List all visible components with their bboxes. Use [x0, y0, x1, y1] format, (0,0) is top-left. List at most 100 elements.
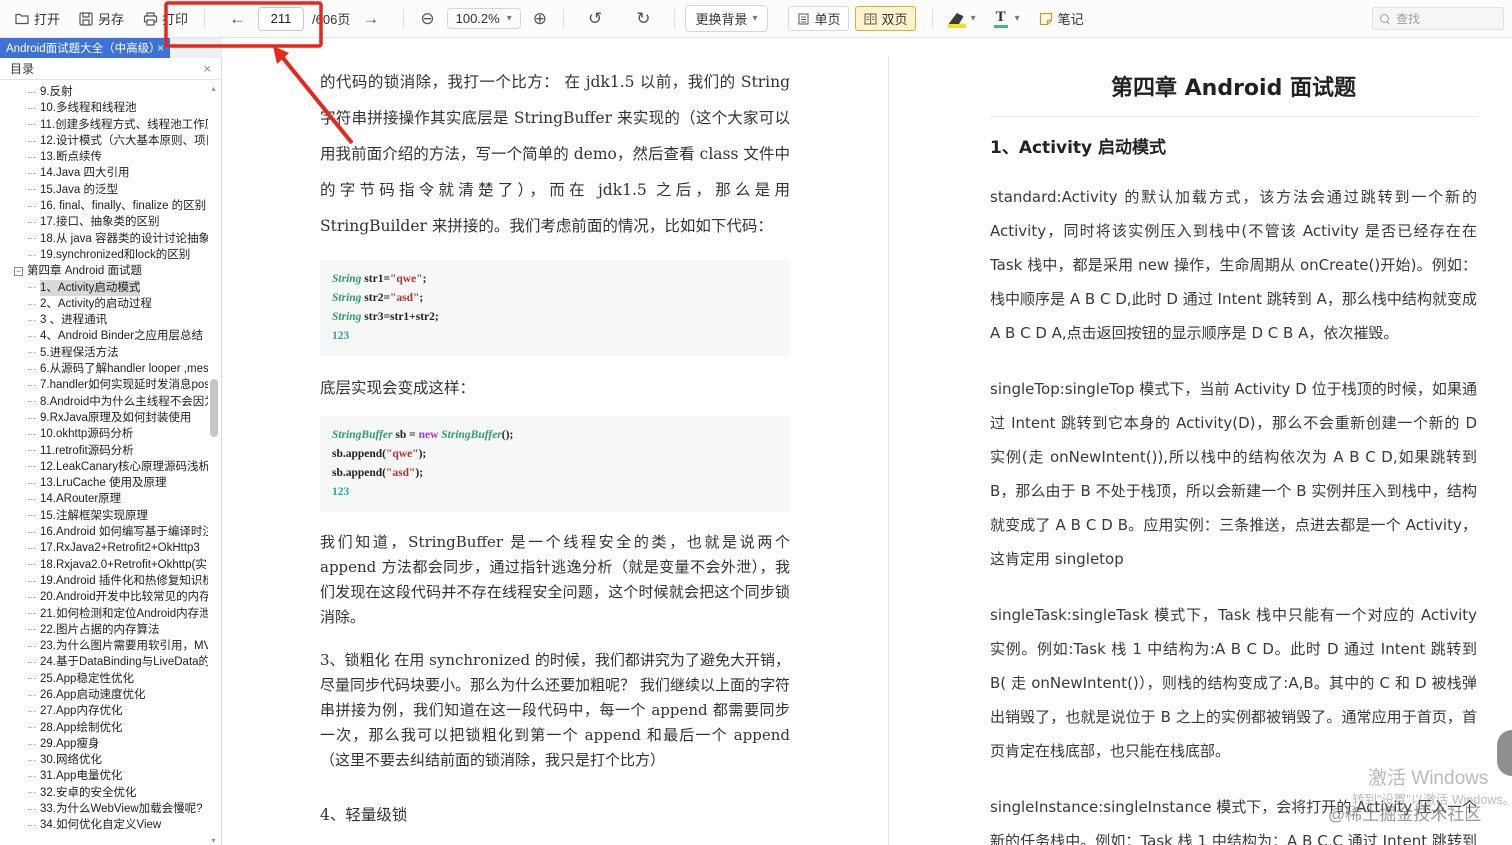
toc-item-label: 34.如何优化自定义View	[40, 819, 162, 832]
toc-item-label: 6.从源码了解handler looper ,mes	[40, 363, 208, 376]
toc-item[interactable]: 12.LeakCanary核心原理源码浅析	[0, 459, 208, 475]
toc-item[interactable]: 11.retrofit源码分析	[0, 443, 208, 459]
previous-page-button[interactable]: ←	[225, 9, 250, 29]
toc-item-label: 28.App绘制优化	[40, 721, 123, 734]
toc-item[interactable]: 7.handler如何实现延时发消息pos	[0, 377, 208, 393]
zoom-out-button[interactable]: ⊖	[414, 7, 440, 31]
toolbar-divider	[931, 8, 933, 29]
scroll-up-icon[interactable]: ▴	[208, 84, 219, 93]
toc-item[interactable]: 15.注解框架实现原理	[0, 508, 208, 524]
change-background-dropdown[interactable]: 更换背景 ▾	[685, 5, 768, 32]
save-as-button[interactable]: 另存	[72, 5, 130, 32]
scroll-down-icon[interactable]: ▾	[208, 836, 219, 845]
toc-item[interactable]: 24.基于DataBinding与LiveData的	[0, 654, 208, 670]
open-button[interactable]: 打开	[8, 5, 66, 32]
toc-item[interactable]: 28.App绘制优化	[0, 720, 208, 736]
page-number-input[interactable]	[258, 6, 305, 31]
document-tab[interactable]: Android面试题大全（中高级） ×	[0, 38, 170, 58]
toc-item[interactable]: 32.安卓的安全优化	[0, 785, 208, 801]
tree-branch-icon	[28, 759, 36, 761]
toc-item[interactable]: 31.App电量优化	[0, 768, 208, 784]
edge-scroll-handle[interactable]	[1497, 730, 1512, 776]
toc-close-icon[interactable]: ×	[203, 61, 211, 76]
toc-item[interactable]: 17.接口、抽象类的区别	[0, 214, 208, 230]
toc-item[interactable]: 3 、进程通讯	[0, 312, 208, 328]
toc-item[interactable]: 19.synchronized和lock的区别	[0, 247, 208, 263]
toc-item[interactable]: 10.多线程和线程池	[0, 100, 208, 116]
notes-button[interactable]: 笔记	[1032, 5, 1090, 32]
toc-item[interactable]: 20.Android开发中比较常见的内存	[0, 589, 208, 605]
toc-item[interactable]: 15.Java 的泛型	[0, 182, 208, 198]
redo-button[interactable]: ↻	[630, 7, 656, 31]
toc-item[interactable]: 27.App内存优化	[0, 703, 208, 719]
toc-item[interactable]: 5.进程保活方法	[0, 345, 208, 361]
print-button[interactable]: 打印	[136, 5, 194, 32]
tree-branch-icon	[28, 238, 36, 240]
toc-item[interactable]: 2、Activity的启动过程	[0, 296, 208, 312]
document-viewport[interactable]: 的代码的锁消除，我打一个比方： 在 jdk1.5 以前，我们的 String 字…	[222, 38, 1512, 845]
tree-branch-icon	[28, 91, 36, 93]
search-box[interactable]	[1372, 7, 1504, 30]
toc-item[interactable]: 11.创建多线程方式、线程池工作原理	[0, 117, 208, 133]
tree-branch-icon	[28, 417, 36, 419]
toc-item[interactable]: 16. final、finally、finalize 的区别	[0, 198, 208, 214]
toc-item[interactable]: 19.Android 插件化和热修复知识梳	[0, 573, 208, 589]
toc-header: 目录 ×	[0, 58, 221, 80]
toc-item[interactable]: 8.Android中为什么主线程不会因为	[0, 394, 208, 410]
toc-item[interactable]: 13.断点续传	[0, 149, 208, 165]
save-icon	[78, 11, 94, 27]
toc-item[interactable]: 17.RxJava2+Retrofit2+OkHttp3	[0, 540, 208, 556]
text-markup-tool-button[interactable]: T ▾	[988, 6, 1026, 32]
paragraph: singleTask:singleTask 模式下，Task 栈中只能有一个对应…	[990, 606, 1477, 760]
next-page-button[interactable]: →	[358, 9, 383, 29]
toc-item[interactable]: 21.如何检测和定位Android内存泄	[0, 606, 208, 622]
tree-branch-icon	[28, 384, 36, 386]
toc-item[interactable]: 9.RxJava原理及如何封装使用	[0, 410, 208, 426]
toc-item-label: 31.App电量优化	[40, 770, 123, 783]
toc-item[interactable]: 30.网络优化	[0, 752, 208, 768]
toc-item[interactable]: 18.从 java 容器类的设计讨论抽象类	[0, 231, 208, 247]
tree-branch-icon	[28, 254, 36, 256]
toc-item[interactable]: 1、Activity启动模式	[0, 279, 208, 296]
toc-item[interactable]: 13.LruCache 使用及原理	[0, 475, 208, 491]
toc-item-label: 17.接口、抽象类的区别	[40, 216, 160, 229]
toc-item[interactable]: 33.为什么WebView加载会慢呢?	[0, 801, 208, 817]
zoom-level-dropdown[interactable]: 100.2% ▾	[446, 8, 521, 29]
page-total-label: /606页	[312, 12, 351, 27]
highlighter-tool-button[interactable]: ▾	[943, 9, 982, 28]
single-page-label: 单页	[814, 12, 841, 27]
tab-close-icon[interactable]: ×	[157, 41, 164, 55]
toc-item[interactable]: − 第四章 Android 面试题	[0, 263, 208, 279]
chevron-down-icon: ▾	[752, 13, 758, 24]
toc-item[interactable]: 14.Java 四大引用	[0, 165, 208, 181]
toc-item[interactable]: 10.okhttp源码分析	[0, 426, 208, 442]
toc-item[interactable]: 16.Android 如何编写基于编译时注	[0, 524, 208, 540]
double-page-view-button[interactable]: 双页	[854, 6, 916, 31]
toc-item[interactable]: 6.从源码了解handler looper ,mes	[0, 361, 208, 377]
code-line: 123	[332, 330, 350, 342]
toc-item[interactable]: 18.Rxjava2.0+Retrofit+Okhttp(实	[0, 557, 208, 573]
toc-item[interactable]: 29.App瘦身	[0, 736, 208, 752]
toc-item[interactable]: 23.为什么图片需要用软引用，MV	[0, 638, 208, 654]
toc-item[interactable]: 12.设计模式（六大基本原则、项目中常用	[0, 133, 208, 149]
single-page-view-button[interactable]: 单页	[787, 6, 849, 31]
zoom-in-button[interactable]: ⊕	[527, 7, 553, 31]
scrollbar-thumb[interactable]	[210, 379, 218, 437]
tree-branch-icon	[28, 499, 36, 501]
search-input[interactable]	[1396, 11, 1496, 26]
toc-item[interactable]: 4、Android Binder之应用层总结	[0, 328, 208, 344]
toc-item[interactable]: 9.反射	[0, 84, 208, 100]
left-page: 的代码的锁消除，我打一个比方： 在 jdk1.5 以前，我们的 String 字…	[320, 38, 790, 845]
page-gap-divider	[888, 56, 889, 845]
toc-item[interactable]: 34.如何优化自定义View	[0, 817, 208, 833]
undo-button[interactable]: ↺	[582, 7, 608, 31]
toc-item[interactable]: 26.App启动速度优化	[0, 687, 208, 703]
tree-branch-icon	[28, 156, 36, 158]
collapse-icon[interactable]: −	[14, 266, 23, 276]
sidebar-scrollbar[interactable]: ▴ ▾	[207, 84, 220, 845]
tree-branch-icon	[28, 547, 36, 549]
toc-item[interactable]: 14.ARouter原理	[0, 491, 208, 507]
chevron-down-icon: ▾	[1014, 13, 1020, 24]
toc-item[interactable]: 22.图片占据的内存算法	[0, 622, 208, 638]
toc-item[interactable]: 25.App稳定性优化	[0, 671, 208, 687]
